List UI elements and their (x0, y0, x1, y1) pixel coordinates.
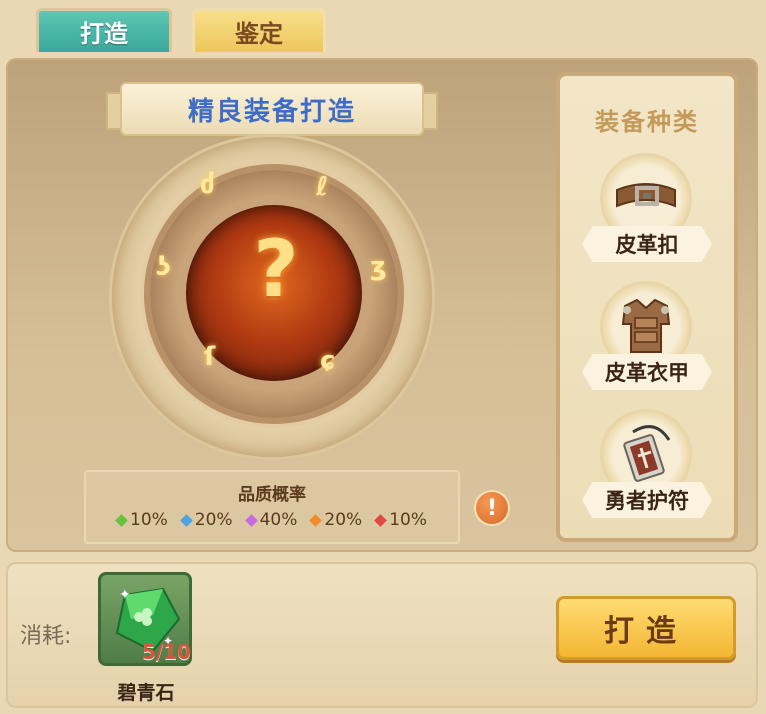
quality-rate-orange: 20% (309, 510, 362, 530)
quality-title: 品质概率 (238, 485, 306, 505)
tab-appraise[interactable]: 鉴定 (192, 8, 326, 52)
tab-forge-label: 打造 (80, 20, 128, 48)
equipment-type-panel: 装备种类 皮革扣 皮革衣甲 勇者护符 (556, 72, 738, 542)
forge-title: 精良装备打造 (187, 96, 356, 127)
rune-icon: ℓ (316, 172, 329, 202)
rune-icon: ɕ (320, 346, 336, 376)
equipment-label: 勇者护符 (582, 482, 712, 518)
exclamation-icon: ! (486, 495, 498, 521)
quality-rate-blue: 20% (179, 510, 233, 530)
green-gem-icon (115, 513, 128, 527)
equipment-label: 皮革衣甲 (582, 354, 712, 390)
equipment-item-belt[interactable]: 皮革扣 (560, 156, 734, 266)
forge-button[interactable]: 打造 (556, 596, 736, 660)
red-gem-icon (374, 513, 388, 527)
quality-rate-red: 10% (374, 510, 427, 530)
forge-button-label: 打造 (604, 614, 688, 649)
purple-gem-icon (244, 513, 258, 527)
quality-rates: 10% 20% 40% 20% 10% (86, 510, 458, 530)
equipment-item-amulet[interactable]: 勇者护符 (560, 412, 734, 522)
equipment-label: 皮革扣 (582, 226, 712, 262)
tab-forge[interactable]: 打造 (36, 8, 172, 52)
material-name: 碧青石 (117, 682, 175, 704)
quality-rate-purple: 40% (244, 510, 297, 530)
rune-icon: ძ (200, 170, 215, 200)
orange-gem-icon (309, 513, 323, 527)
rune-icon: ſ (204, 342, 216, 372)
quality-probability-box: 品质概率 10% 20% 40% 20% 10% (84, 470, 460, 544)
quality-rate-green: 10% (115, 510, 168, 530)
cost-label: 消耗: (20, 624, 72, 649)
svg-text:✦: ✦ (119, 587, 131, 603)
unknown-result-icon: ? (253, 225, 299, 315)
equipment-item-leather-armor[interactable]: 皮革衣甲 (560, 284, 734, 394)
material-count: 5/10 (142, 640, 192, 664)
forge-title-banner: 精良装备打造 (120, 82, 424, 136)
rune-icon: ʖ (156, 252, 171, 282)
blue-gem-icon (179, 513, 193, 527)
info-button[interactable]: ! (474, 490, 510, 526)
rune-icon: ʒ (370, 252, 387, 282)
equipment-type-title: 装备种类 (595, 108, 699, 136)
tab-appraise-label: 鉴定 (235, 20, 283, 48)
